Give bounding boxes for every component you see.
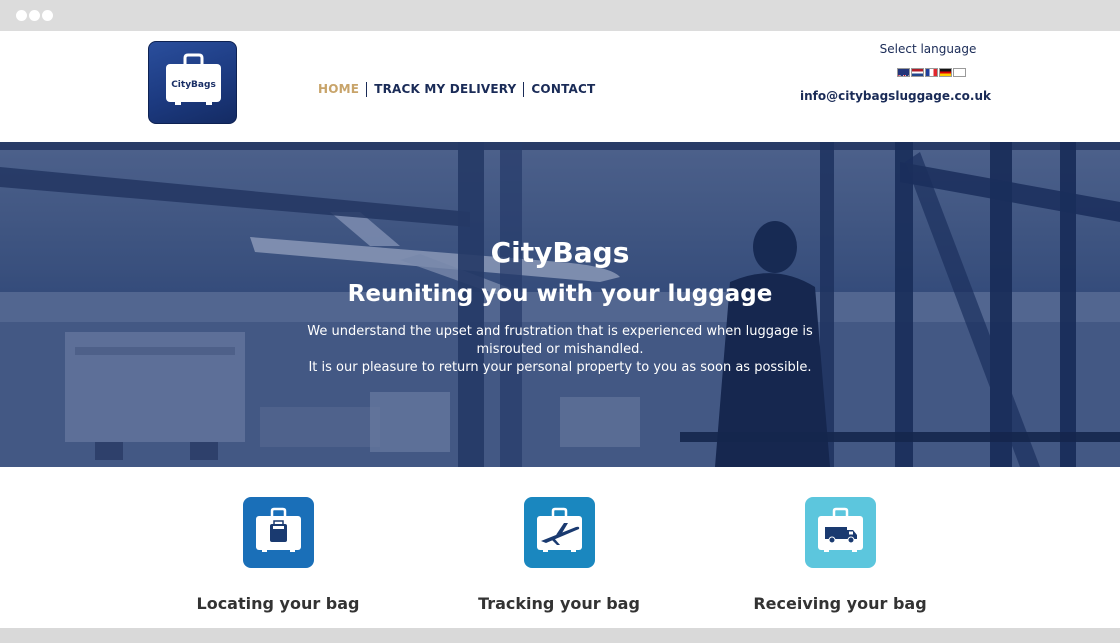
web-page: CityBags HOME TRACK MY DELIVERY CONTACT … [0, 31, 1120, 628]
nav-home-link[interactable]: HOME [318, 81, 366, 97]
english-flag-icon[interactable] [897, 68, 910, 77]
airplane-icon [536, 507, 582, 552]
french-flag-icon[interactable] [925, 68, 938, 77]
feature-receiving[interactable]: Receiving your bag [720, 497, 960, 613]
van-icon [817, 507, 863, 552]
main-nav: HOME TRACK MY DELIVERY CONTACT [318, 81, 602, 97]
contact-email-link[interactable]: info@citybagsluggage.co.uk [800, 89, 991, 103]
site-header: CityBags HOME TRACK MY DELIVERY CONTACT … [0, 31, 1120, 142]
nav-track-delivery-link[interactable]: TRACK MY DELIVERY [367, 81, 523, 97]
hero-banner: CityBags Reuniting you with your luggage… [0, 142, 1120, 467]
feature-tile[interactable] [242, 497, 314, 568]
feature-label: Locating your bag [196, 594, 360, 613]
window-dot-icon [29, 10, 40, 21]
hero-line-2: It is our pleasure to return your person… [308, 360, 812, 375]
german-flag-icon[interactable] [939, 68, 952, 77]
feature-tile[interactable] [804, 497, 876, 568]
feature-tracking[interactable]: Tracking your bag [439, 497, 679, 613]
luggage-icon [255, 507, 301, 552]
language-flags [897, 68, 966, 77]
hero-subtitle: Reuniting you with your luggage [347, 281, 773, 307]
feature-tile[interactable] [523, 497, 595, 568]
window-dot-icon [16, 10, 27, 21]
hero-description: We understand the upset and frustration … [285, 323, 835, 377]
browser-title-bar [0, 0, 1120, 31]
hero-line-1: We understand the upset and frustration … [307, 324, 813, 357]
dutch-flag-icon[interactable] [911, 68, 924, 77]
nav-contact-link[interactable]: CONTACT [524, 81, 602, 97]
feature-label: Receiving your bag [753, 594, 927, 613]
window-dot-icon [42, 10, 53, 21]
citybags-logo[interactable]: CityBags [148, 41, 237, 124]
logo-text: CityBags [171, 80, 216, 90]
hero-title: CityBags [490, 236, 630, 269]
features-section: Locating your bag Tracking your bag Rece… [0, 467, 1120, 628]
feature-label: Tracking your bag [478, 594, 640, 613]
korean-flag-icon[interactable] [953, 68, 966, 77]
select-language-label: Select language [879, 42, 977, 56]
feature-locating[interactable]: Locating your bag [158, 497, 398, 613]
